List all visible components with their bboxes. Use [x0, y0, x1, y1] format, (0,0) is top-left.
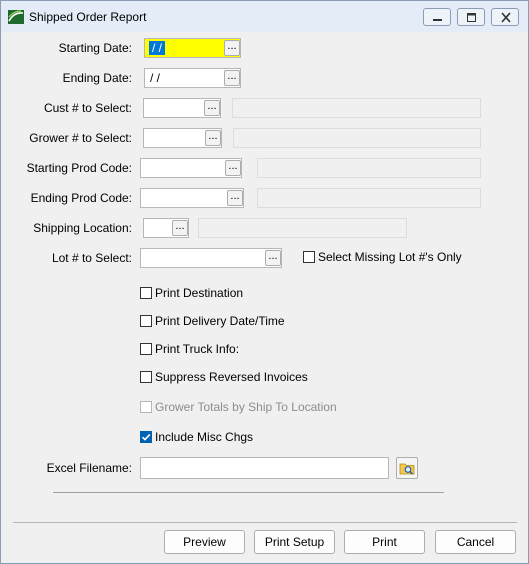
preview-button[interactable]: Preview — [164, 530, 245, 554]
cust-label: Cust # to Select: — [43, 101, 132, 115]
start-prod-description — [257, 158, 481, 178]
grower-field[interactable]: ... — [143, 128, 222, 148]
end-prod-description — [257, 188, 481, 208]
ship-loc-lookup-button[interactable]: ... — [172, 220, 188, 236]
grower-label: Grower # to Select: — [29, 131, 132, 145]
ship-loc-description — [198, 218, 407, 238]
include-misc-checkbox-box[interactable] — [140, 431, 152, 443]
print-button[interactable]: Print — [344, 530, 425, 554]
starting-date-field[interactable]: / / ... — [144, 38, 241, 58]
grower-totals-checkbox: Grower Totals by Ship To Location — [140, 400, 337, 416]
maximize-icon — [467, 13, 476, 22]
missing-lot-label: Select Missing Lot #'s Only — [318, 250, 462, 264]
missing-lot-checkbox-box[interactable] — [303, 251, 315, 263]
cancel-button[interactable]: Cancel — [435, 530, 516, 554]
ship-loc-field[interactable]: ... — [143, 218, 189, 238]
print-destination-checkbox[interactable]: Print Destination — [140, 286, 243, 302]
start-prod-field[interactable]: ... — [140, 158, 242, 178]
starting-date-value: / / — [149, 41, 166, 55]
maximize-button[interactable] — [457, 8, 485, 26]
ending-date-field[interactable]: / / ... — [144, 68, 241, 88]
cust-field[interactable]: ... — [143, 98, 221, 118]
end-prod-field[interactable]: ... — [140, 188, 244, 208]
print-destination-checkbox-box[interactable] — [140, 287, 152, 299]
title-bar: Shipped Order Report — [1, 1, 528, 32]
end-prod-lookup-button[interactable]: ... — [227, 190, 243, 206]
ending-date-value: / / — [150, 71, 161, 85]
starting-date-label: Starting Date: — [58, 41, 132, 55]
ending-date-label: Ending Date: — [62, 71, 132, 85]
start-prod-label: Starting Prod Code: — [26, 161, 132, 175]
minimize-icon — [433, 19, 442, 21]
print-truck-checkbox-box[interactable] — [140, 343, 152, 355]
end-prod-label: Ending Prod Code: — [30, 191, 132, 205]
suppress-reversed-checkbox-box[interactable] — [140, 371, 152, 383]
print-delivery-checkbox-box[interactable] — [140, 315, 152, 327]
folder-search-icon — [399, 463, 415, 475]
print-delivery-label: Print Delivery Date/Time — [155, 314, 285, 328]
include-misc-checkbox[interactable]: Include Misc Chgs — [140, 430, 253, 446]
print-setup-button[interactable]: Print Setup — [254, 530, 335, 554]
print-delivery-checkbox[interactable]: Print Delivery Date/Time — [140, 314, 285, 330]
starting-date-lookup-button[interactable]: ... — [224, 40, 240, 56]
lot-label: Lot # to Select: — [51, 251, 132, 265]
grower-totals-checkbox-box — [140, 401, 152, 413]
print-truck-label: Print Truck Info: — [155, 342, 240, 356]
app-logo-icon — [8, 10, 24, 24]
grower-description — [233, 128, 481, 148]
start-prod-lookup-button[interactable]: ... — [225, 160, 241, 176]
close-icon — [501, 12, 511, 23]
grower-lookup-button[interactable]: ... — [205, 130, 221, 146]
suppress-reversed-checkbox[interactable]: Suppress Reversed Invoices — [140, 370, 308, 386]
window-title: Shipped Order Report — [29, 10, 147, 24]
excel-filename-label: Excel Filename: — [46, 461, 132, 475]
lot-lookup-button[interactable]: ... — [265, 250, 281, 266]
browse-folder-button[interactable] — [396, 457, 418, 479]
suppress-reversed-label: Suppress Reversed Invoices — [155, 370, 308, 384]
report-window: Shipped Order Report Starting Date: / / … — [0, 0, 529, 564]
close-button[interactable] — [491, 8, 519, 26]
footer-separator — [13, 522, 517, 523]
excel-filename-input[interactable] — [140, 457, 389, 479]
separator-line — [53, 492, 444, 493]
cust-lookup-button[interactable]: ... — [204, 100, 220, 116]
print-truck-checkbox[interactable]: Print Truck Info: — [140, 342, 239, 358]
lot-field[interactable]: ... — [140, 248, 282, 268]
missing-lot-checkbox[interactable]: Select Missing Lot #'s Only — [303, 250, 462, 266]
cust-description — [232, 98, 481, 118]
ship-loc-label: Shipping Location: — [33, 221, 132, 235]
minimize-button[interactable] — [423, 8, 451, 26]
include-misc-label: Include Misc Chgs — [155, 430, 254, 444]
ending-date-lookup-button[interactable]: ... — [224, 70, 240, 86]
print-destination-label: Print Destination — [155, 286, 244, 300]
grower-totals-label: Grower Totals by Ship To Location — [155, 400, 337, 414]
checkmark-icon — [141, 433, 151, 441]
